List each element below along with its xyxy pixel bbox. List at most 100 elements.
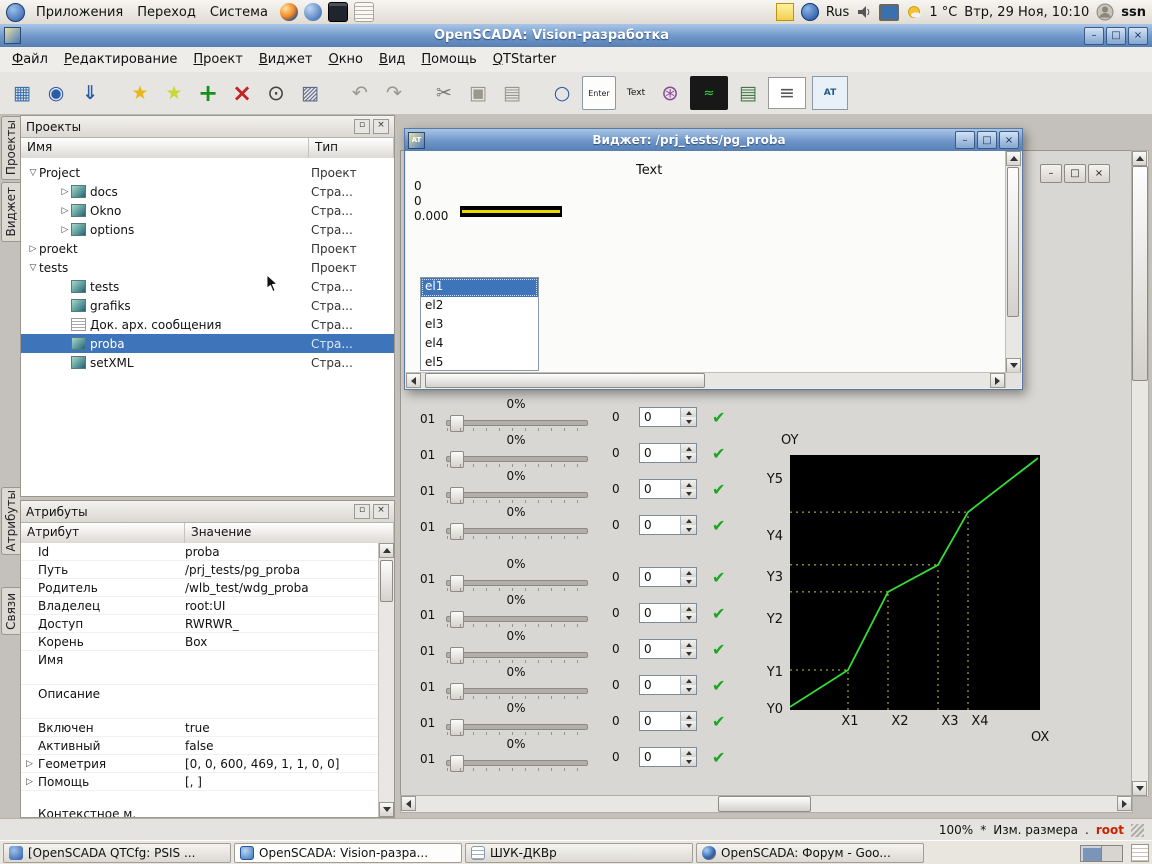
spinbox-value[interactable]: 0 (640, 516, 680, 534)
scroll-up-icon[interactable] (1006, 151, 1021, 166)
slider[interactable] (446, 528, 588, 534)
tree-row[interactable]: ▽ tests Проект (21, 258, 394, 277)
redo-icon[interactable]: ↷ (380, 79, 408, 107)
spinbox[interactable]: 0 (639, 567, 697, 587)
dock-float-button[interactable]: ▫ (354, 504, 370, 519)
slider-handle[interactable] (450, 523, 464, 540)
save-icon[interactable]: ⇓ (76, 79, 104, 107)
clock[interactable]: Втр, 29 Ноя, 10:10 (964, 5, 1089, 20)
slider-handle[interactable] (450, 683, 464, 700)
expand-icon[interactable]: ▽ (27, 263, 39, 273)
maximize-button[interactable]: □ (1106, 27, 1126, 45)
cut-icon[interactable]: ✂ (430, 79, 458, 107)
protocol-icon[interactable]: ▤ (734, 79, 762, 107)
element-listbox[interactable]: el1 el2 el3 el4 (420, 277, 539, 371)
scroll-left-icon[interactable] (406, 373, 421, 388)
menu-item[interactable]: Редактирование (56, 49, 185, 70)
tree-row[interactable]: ▷ Okno Стра... (21, 201, 394, 220)
scroll-down-icon[interactable] (379, 802, 394, 817)
spin-down-icon[interactable] (681, 577, 696, 586)
attribute-value[interactable]: proba (185, 545, 220, 559)
menu-item[interactable]: Помощь (413, 49, 484, 70)
attribute-row[interactable]: Активный false (21, 737, 379, 755)
scroll-right-icon[interactable] (990, 373, 1005, 388)
db-icon[interactable]: ◉ (42, 79, 70, 107)
spin-up-icon[interactable] (681, 676, 696, 685)
spin-down-icon[interactable] (681, 525, 696, 534)
attribute-row[interactable]: ▷ Геометрия [0, 0, 600, 469, 1, 1, 0, 0] (21, 755, 379, 773)
attribute-row[interactable]: Включен true (21, 719, 379, 737)
slider-handle[interactable] (450, 719, 464, 736)
panel-menu-item[interactable]: Переход (130, 3, 203, 22)
expand-icon[interactable]: ▷ (59, 225, 71, 235)
column-header-type[interactable]: Тип (309, 138, 394, 158)
spinbox-value[interactable]: 0 (640, 444, 680, 462)
attribute-row[interactable]: Владелец root:UI (21, 597, 379, 615)
sidebar-tab-widget[interactable]: Виджет (1, 182, 20, 242)
spin-up-icon[interactable] (681, 748, 696, 757)
sidebar-tab-links[interactable]: Связи (1, 587, 20, 635)
close-button[interactable]: × (999, 131, 1019, 149)
scroll-down-icon[interactable] (1132, 781, 1147, 796)
attribute-row[interactable]: Имя (21, 651, 379, 685)
menu-item[interactable]: Файл (4, 49, 56, 70)
spinbox[interactable]: 0 (639, 515, 697, 535)
notes-tray-icon[interactable] (1131, 844, 1149, 862)
expand-icon[interactable]: ▷ (27, 244, 39, 254)
workspace-switcher[interactable] (1080, 845, 1123, 862)
spinbox-value[interactable]: 0 (640, 748, 680, 766)
spinbox[interactable]: 0 (639, 407, 697, 427)
spinbox[interactable]: 0 (639, 711, 697, 731)
minimize-button[interactable]: – (1040, 164, 1062, 183)
tree-row[interactable]: ▽ Project Проект (21, 163, 394, 182)
menu-item[interactable]: Вид (371, 49, 413, 70)
editor-launcher-icon[interactable] (354, 2, 374, 22)
spinbox[interactable]: 0 (639, 747, 697, 767)
slider[interactable] (446, 760, 588, 766)
spin-down-icon[interactable] (681, 649, 696, 658)
scroll-left-icon[interactable] (401, 796, 416, 811)
column-header-value[interactable]: Значение (185, 523, 394, 543)
text-icon[interactable]: Text (622, 79, 650, 107)
widget-library-icon[interactable]: ★ (126, 79, 154, 107)
menu-item[interactable]: Окно (320, 49, 371, 70)
bar-element[interactable] (460, 206, 562, 217)
weather-sun-icon[interactable] (906, 4, 922, 20)
spinbox[interactable]: 0 (639, 479, 697, 499)
spin-up-icon[interactable] (681, 408, 696, 417)
taskbar-button[interactable]: [OpenSCADA QTCfg: PSIS ... (3, 843, 231, 863)
visual-items-icon[interactable]: ★ (160, 79, 188, 107)
tree-row[interactable]: ▷ options Стра... (21, 220, 394, 239)
document-icon[interactable]: ≡ (768, 77, 806, 109)
spinbox-value[interactable]: 0 (640, 640, 680, 658)
slider-handle[interactable] (450, 415, 464, 432)
scrollbar-thumb[interactable] (380, 560, 393, 602)
diagram-icon[interactable]: ≈ (690, 76, 728, 110)
expand-icon[interactable]: ▷ (59, 187, 71, 197)
spinbox[interactable]: 0 (639, 675, 697, 695)
list-item[interactable]: el3 (421, 316, 538, 335)
list-item[interactable]: el4 (421, 335, 538, 354)
spinbox[interactable]: 0 (639, 443, 697, 463)
text-element[interactable]: Text (636, 163, 662, 178)
minimize-button[interactable]: – (955, 131, 975, 149)
browser-launcher-icon[interactable] (304, 3, 322, 21)
list-item[interactable]: el5 (421, 354, 538, 371)
slider-handle[interactable] (450, 647, 464, 664)
spinbox[interactable]: 0 (639, 639, 697, 659)
minimize-button[interactable]: – (1084, 27, 1104, 45)
spin-down-icon[interactable] (681, 417, 696, 426)
projects-panel-title[interactable]: Проекты ▫ × (21, 116, 394, 138)
spinbox-value[interactable]: 0 (640, 676, 680, 694)
keyboard-indicator-icon[interactable] (801, 3, 819, 21)
tree-row[interactable]: setXML Стра... (21, 353, 394, 372)
slider-handle[interactable] (450, 451, 464, 468)
attribute-value[interactable]: RWRWR_ (185, 617, 239, 631)
slider-handle[interactable] (450, 755, 464, 772)
tree-row[interactable]: tests Стра... (21, 277, 394, 296)
panel-menu-item[interactable]: Система (203, 3, 275, 22)
volume-icon[interactable] (856, 4, 872, 20)
menu-item[interactable]: Проект (185, 49, 250, 70)
distro-menu-icon[interactable] (6, 3, 25, 22)
spinbox[interactable]: 0 (639, 603, 697, 623)
